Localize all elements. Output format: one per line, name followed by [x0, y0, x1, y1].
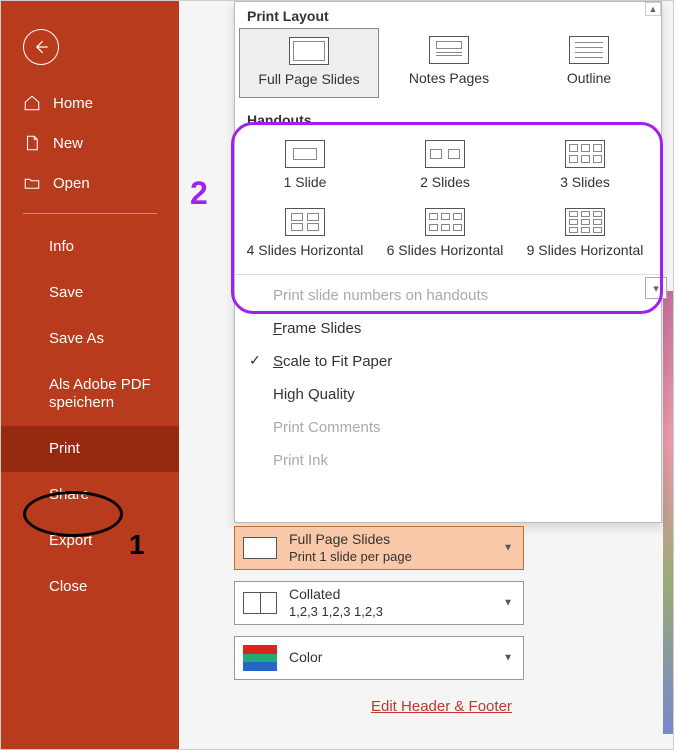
layout-option-full-page[interactable]: Full Page Slides — [239, 28, 379, 98]
print-options-section: Print slide numbers on handouts Frame Sl… — [235, 275, 661, 477]
handout-label: 4 Slides Horizontal — [235, 242, 375, 258]
home-icon — [23, 94, 41, 112]
notes-pages-icon — [429, 36, 469, 64]
outline-icon — [569, 36, 609, 64]
sidebar-item-info[interactable]: Info — [1, 224, 179, 270]
back-button[interactable] — [23, 29, 59, 65]
handout-6-horizontal[interactable]: 6 Slides Horizontal — [375, 200, 515, 268]
sidebar-item-new[interactable]: New — [1, 123, 179, 163]
option-print-comments: Print Comments — [235, 411, 661, 444]
sidebar-item-label: New — [53, 135, 83, 152]
preview-thumb-strip — [663, 291, 673, 734]
one-slide-icon — [285, 140, 325, 168]
edit-header-footer-link[interactable]: Edit Header & Footer — [371, 698, 512, 715]
arrow-left-icon — [31, 37, 51, 57]
handout-label: 2 Slides — [375, 174, 515, 190]
sidebar-divider — [23, 213, 157, 214]
handout-3-slides[interactable]: 3 Slides — [515, 132, 655, 200]
dropdown-subtitle: 1,2,3 1,2,3 1,2,3 — [289, 604, 383, 620]
layout-label: Outline — [519, 70, 659, 86]
sidebar-item-share[interactable]: Share — [1, 472, 179, 518]
app-root: Home New Open Info Save Save As Als Adob… — [0, 0, 674, 750]
section-title-print-layout: Print Layout — [235, 2, 661, 28]
handouts-row-1: 1 Slide 2 Slides 3 Slides — [235, 132, 661, 200]
check-icon: ✓ — [249, 352, 261, 369]
handout-2-slides[interactable]: 2 Slides — [375, 132, 515, 200]
color-dropdown[interactable]: Color ▼ — [234, 636, 524, 680]
sidebar-item-print[interactable]: Print — [1, 426, 179, 472]
six-slides-icon — [425, 208, 465, 236]
popup-scroll-up[interactable]: ▲ — [645, 2, 661, 16]
collated-dropdown[interactable]: Collated 1,2,3 1,2,3 1,2,3 ▼ — [234, 581, 524, 625]
option-print-ink: Print Ink — [235, 444, 661, 477]
chevron-down-icon: ▼ — [503, 598, 513, 609]
collated-icon — [243, 592, 277, 614]
section-title-handouts: Handouts — [235, 106, 661, 132]
sidebar-item-save[interactable]: Save — [1, 270, 179, 316]
layout-dropdown[interactable]: Full Page Slides Print 1 slide per page … — [234, 526, 524, 570]
chevron-down-icon: ▼ — [503, 543, 513, 554]
dropdown-title: Full Page Slides — [289, 531, 412, 549]
layout-label: Notes Pages — [379, 70, 519, 86]
handouts-row-2: 4 Slides Horizontal 6 Slides Horizontal — [235, 200, 661, 268]
handout-label: 3 Slides — [515, 174, 655, 190]
nine-slides-icon — [565, 208, 605, 236]
handout-label: 9 Slides Horizontal — [515, 242, 655, 258]
print-layout-popup: ▲ Print Layout Full Page Slides Notes Pa… — [234, 1, 662, 523]
sidebar-item-save-as[interactable]: Save As — [1, 316, 179, 362]
color-swatch-icon — [243, 645, 277, 671]
handout-9-horizontal[interactable]: 9 Slides Horizontal — [515, 200, 655, 268]
four-slides-icon — [285, 208, 325, 236]
option-frame-slides[interactable]: Frame Slides — [235, 312, 661, 345]
print-layout-row: Full Page Slides Notes Pages Outline — [235, 28, 661, 98]
sidebar-item-label: Home — [53, 95, 93, 112]
handout-4-horizontal[interactable]: 4 Slides Horizontal — [235, 200, 375, 268]
sidebar-item-label: Open — [53, 175, 90, 192]
two-slides-icon — [425, 140, 465, 168]
option-high-quality[interactable]: High Quality — [235, 378, 661, 411]
dropdown-title: Collated — [289, 586, 383, 604]
dropdown-subtitle: Print 1 slide per page — [289, 549, 412, 565]
layout-option-notes[interactable]: Notes Pages — [379, 28, 519, 98]
sidebar-item-open[interactable]: Open — [1, 163, 179, 203]
handout-label: 6 Slides Horizontal — [375, 242, 515, 258]
dropdown-title: Color — [289, 649, 322, 667]
handout-label: 1 Slide — [235, 174, 375, 190]
sidebar-item-home[interactable]: Home — [1, 83, 179, 123]
option-print-slide-numbers: Print slide numbers on handouts — [235, 279, 661, 312]
sidebar-item-export[interactable]: Export — [1, 518, 179, 564]
folder-open-icon — [23, 174, 41, 192]
option-scale-to-fit[interactable]: ✓ Scale to Fit Paper — [235, 345, 661, 378]
full-page-icon — [243, 537, 277, 559]
sidebar-item-close[interactable]: Close — [1, 564, 179, 610]
handout-1-slide[interactable]: 1 Slide — [235, 132, 375, 200]
new-file-icon — [23, 134, 41, 152]
full-page-icon — [289, 37, 329, 65]
backstage-sidebar: Home New Open Info Save Save As Als Adob… — [1, 1, 179, 749]
chevron-down-icon: ▼ — [503, 653, 513, 664]
sidebar-item-adobe-pdf[interactable]: Als Adobe PDF speichern — [1, 362, 179, 426]
three-slides-icon — [565, 140, 605, 168]
layout-option-outline[interactable]: Outline — [519, 28, 659, 98]
layout-label: Full Page Slides — [240, 71, 378, 87]
